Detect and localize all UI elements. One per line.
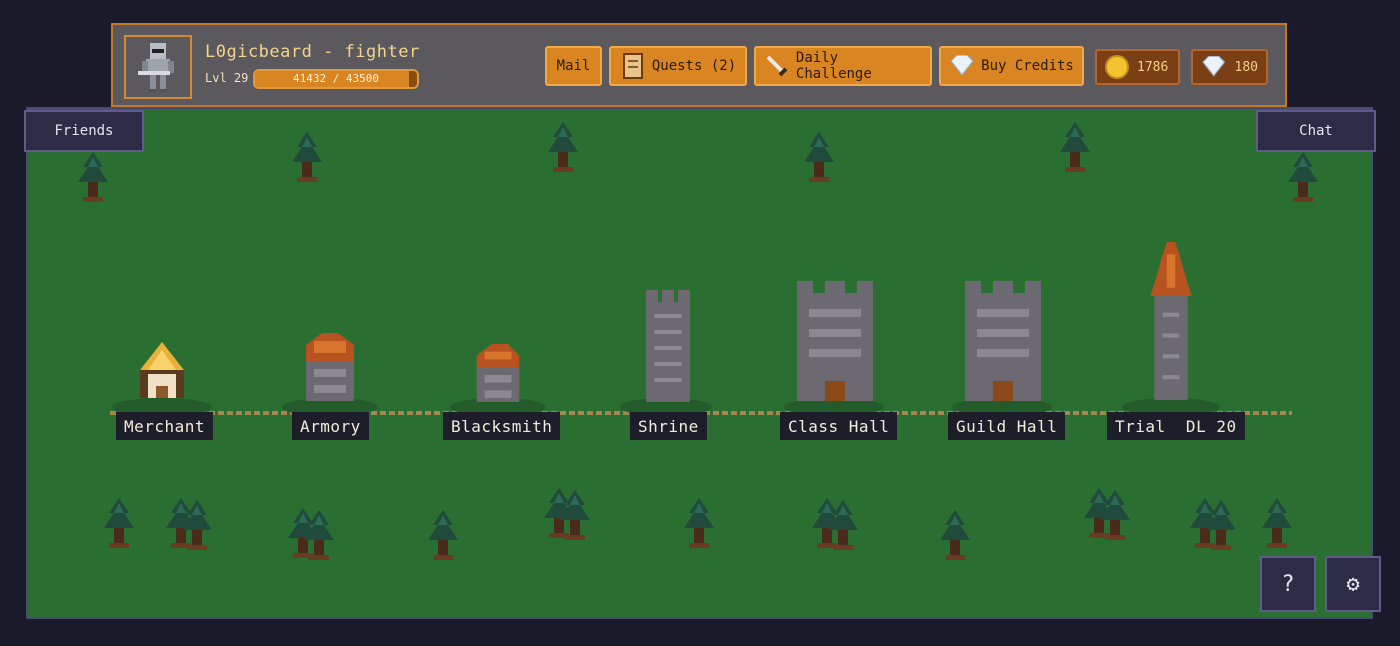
mail-button[interactable]: Mail (545, 46, 602, 86)
player-avatar[interactable] (124, 35, 192, 99)
pine-tree-icon (428, 510, 458, 564)
gear-icon: ⚙ (1346, 571, 1360, 597)
pine-tree-icon (304, 510, 334, 564)
blacksmith-house-icon (476, 343, 520, 402)
mail-label: Mail (556, 58, 591, 74)
guild-hall-tower-icon (965, 281, 1041, 401)
pine-tree-icon (684, 498, 714, 552)
shrine-tower-icon (646, 290, 690, 402)
pine-tree-icon (1060, 122, 1090, 176)
buy-credits-button[interactable]: Buy Credits (939, 46, 1084, 86)
quests-label: Quests (2) (651, 58, 737, 74)
pine-tree-icon (804, 132, 834, 186)
help-label: ? (1281, 571, 1295, 597)
pine-tree-icon (1206, 500, 1236, 554)
building-label-class-hall[interactable]: Class Hall (780, 412, 898, 440)
pine-tree-icon (1100, 490, 1130, 544)
class-hall-tower-icon (797, 281, 873, 401)
pine-tree-icon (104, 498, 134, 552)
building-label-blacksmith[interactable]: Blacksmith (443, 412, 561, 440)
knight-portrait-icon (138, 43, 174, 93)
pine-tree-icon (1262, 498, 1292, 552)
building-label-shrine[interactable]: Shrine (630, 412, 707, 440)
building-label-guild-hall[interactable]: Guild Hall (948, 412, 1066, 440)
daily-challenge-button[interactable]: Daily Challenge (754, 46, 932, 86)
building-label-armory[interactable]: Armory (292, 412, 369, 440)
diamond-icon (950, 55, 974, 76)
pine-tree-icon (828, 500, 858, 554)
buy-credits-label: Buy Credits (981, 58, 1074, 74)
gem-counter: 180 (1191, 49, 1268, 85)
pine-tree-icon (940, 510, 970, 564)
player-level: Lvl 29 (205, 71, 249, 85)
help-button[interactable]: ? (1260, 556, 1316, 612)
building-trial[interactable] (1146, 242, 1196, 404)
pine-tree-icon (1288, 152, 1318, 206)
merchant-tent-icon (140, 342, 184, 398)
daily-challenge-label: Daily Challenge (795, 50, 872, 82)
chat-button[interactable]: Chat (1256, 110, 1376, 152)
quests-button[interactable]: Quests (2) (609, 46, 747, 86)
gem-icon (1202, 56, 1226, 77)
gold-coin-icon (1105, 55, 1129, 79)
top-hud: L0gicbeard - fighter Lvl 29 41432 / 4350… (111, 23, 1287, 107)
pine-tree-icon (560, 490, 590, 544)
building-label-trial[interactable]: Trial DL 20 (1107, 412, 1245, 440)
trial-spire-icon (1150, 242, 1192, 400)
gold-counter: 1786 (1095, 49, 1180, 85)
building-shrine[interactable] (646, 290, 690, 406)
xp-bar: 41432 / 43500 (253, 69, 419, 89)
player-name: L0gicbeard - fighter (205, 42, 420, 62)
scroll-icon (622, 53, 643, 79)
gold-amount: 1786 (1137, 59, 1169, 75)
building-class-hall[interactable] (797, 280, 873, 406)
pine-tree-icon (78, 152, 108, 206)
building-blacksmith[interactable] (472, 340, 524, 406)
building-label-merchant[interactable]: Merchant (116, 412, 214, 440)
friends-button[interactable]: Friends (24, 110, 144, 152)
pine-tree-icon (182, 500, 212, 554)
xp-text: 41432 / 43500 (292, 72, 380, 85)
chat-label: Chat (1299, 123, 1333, 139)
building-guild-hall[interactable] (965, 280, 1041, 406)
building-merchant[interactable] (136, 338, 188, 406)
friends-label: Friends (54, 123, 114, 139)
building-armory[interactable] (298, 328, 362, 406)
armory-house-icon (306, 333, 354, 401)
pine-tree-icon (548, 122, 578, 176)
pine-tree-icon (292, 132, 322, 186)
settings-button[interactable]: ⚙ (1325, 556, 1381, 612)
sword-icon (766, 55, 788, 77)
gem-amount: 180 (1234, 59, 1258, 75)
